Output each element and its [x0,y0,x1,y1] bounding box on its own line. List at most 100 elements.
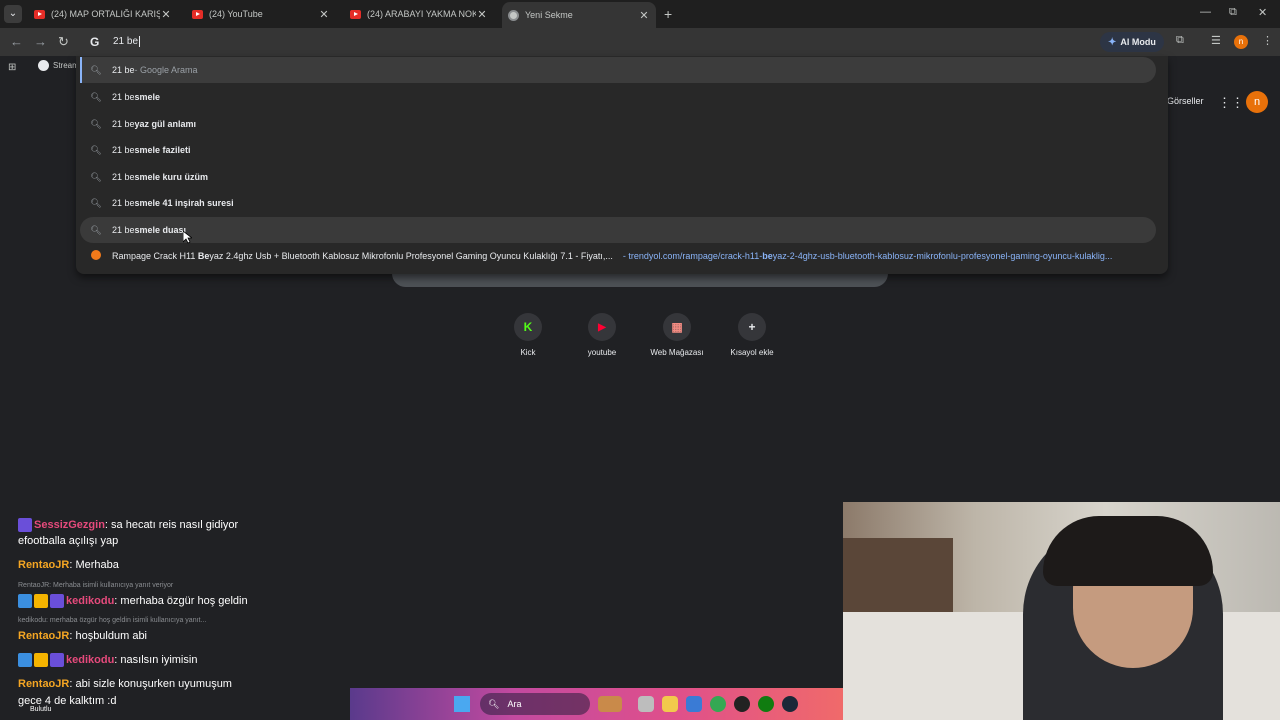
badge-icon [18,518,32,532]
weather-label[interactable]: Bulutlu [30,706,51,713]
ai-mode-label: AI Modu [1120,37,1156,47]
minimize-button[interactable]: — [1200,6,1211,18]
search-icon: 🔍︎ [90,64,102,75]
suggestion-prefix: 21 be [112,172,135,182]
windows-start-icon[interactable] [454,696,470,712]
badge-icon [50,594,64,608]
search-icon: 🔍︎ [90,224,102,235]
taskbar: 🔍︎ Ara [350,688,843,720]
close-tab-icon[interactable]: ✕ [318,8,330,21]
chat-username: SessizGezgin [34,518,105,531]
shortcut-add[interactable]: + Kısayol ekle [717,313,787,357]
suggestion-prefix: 21 be [112,225,135,235]
widget-icon[interactable] [598,696,622,712]
suggestion-completion: smele duası [134,225,187,235]
omnibox-suggestions: 🔍︎ 21 be - Google Arama 🔍︎ 21 be smele 🔍︎… [76,56,1168,274]
tab-2[interactable]: (24) YouTube ✕ [186,2,336,26]
shortcut-kick[interactable]: K Kick [493,313,563,357]
stream-icon [38,60,49,71]
search-icon: 🔍︎ [90,118,102,129]
images-link[interactable]: Görseller [1167,96,1204,106]
crown-badge-icon [34,594,48,608]
chat-username: RentaoJR [18,559,70,571]
omnibox[interactable]: G 21 be [78,28,1168,56]
menu-icon[interactable]: ⋮ [1262,34,1273,47]
tab-4-active[interactable]: Yeni Sekme ✕ [502,2,656,28]
close-tab-icon[interactable]: ✕ [638,9,650,22]
close-window-button[interactable]: ✕ [1258,6,1267,19]
tab-search-button[interactable]: ⌄ [4,5,22,23]
steam-icon[interactable] [782,696,798,712]
taskbar-search[interactable]: 🔍︎ Ara [480,693,590,715]
badge-icon [18,653,32,667]
omnibox-input[interactable]: 21 be [113,36,141,48]
xbox-icon[interactable] [758,696,774,712]
ai-mode-button[interactable]: ✦ AI Modu [1100,32,1164,52]
chat-text: : sa hecatı reis nasıl gidiyor [104,518,239,531]
reload-icon[interactable]: ↻ [58,34,69,50]
google-icon: G [90,35,100,49]
tab-1[interactable]: (24) MAP ORTALIĞI KARIŞTIRDI ✕ [28,2,178,26]
page-profile-avatar[interactable]: n [1246,91,1268,113]
file-explorer-icon[interactable] [662,696,678,712]
chat-text: : merhaba özgür hoş geldin [114,594,248,607]
tab-title: Yeni Sekme [525,10,573,20]
youtube-icon [192,9,203,19]
search-icon: 🔍︎ [90,144,102,155]
apps-grid-icon[interactable]: ⊞ [8,62,16,73]
shortcut-label: Kick [520,348,536,357]
maximize-button[interactable]: ⧉ [1229,6,1237,19]
suggestion-item[interactable]: 🔍︎ 21 be smele duası [80,217,1156,243]
store-icon[interactable] [686,696,702,712]
bookmark-label: Stream [53,61,79,70]
profile-avatar[interactable]: n [1234,35,1248,49]
chat-username: kedikodu [66,653,115,666]
shortcut-label: Web Mağazası [650,348,704,357]
suggestion-suffix: - Google Arama [134,65,198,75]
shortcut-label: youtube [587,348,617,357]
suggestion-completion: smele fazileti [134,145,191,155]
mouse-cursor-icon [183,231,192,244]
logitech-icon[interactable] [734,696,750,712]
back-icon[interactable]: ← [10,34,23,49]
forward-icon[interactable]: → [34,34,47,49]
suggestion-prefix: 21 be [112,65,135,75]
bookmark-stream[interactable]: Stream [38,60,79,71]
chat-message: SessizGezgin: sa hecatı reis nasıl gidiy… [18,518,238,532]
close-tab-icon[interactable]: ✕ [476,8,488,21]
task-view-icon[interactable] [638,696,654,712]
chat-text: efootballa açılışı yap [18,535,119,547]
shortcut-youtube[interactable]: ▶ youtube [567,313,637,357]
tab-3[interactable]: (24) ARABAYI YAKMA NOKTASI ✕ [344,2,494,26]
search-icon: 🔍︎ [90,91,102,102]
suggestion-prefix: 21 be [112,119,135,129]
web-store-icon: ▦ [663,313,691,341]
chat-text: : Merhaba [69,559,119,571]
youtube-icon: ▶ [588,313,616,341]
ai-spark-icon: ✦ [1108,36,1117,48]
chat-message: efootballa açılışı yap [18,535,118,547]
shortcut-label: Kısayol ekle [730,348,774,357]
suggestion-item[interactable]: 🔍︎ 21 be yaz gül anlamı [80,111,1156,137]
reading-list-icon[interactable]: ☰ [1211,34,1221,47]
suggestion-item[interactable]: 🔍︎ 21 be smele fazileti [80,137,1156,163]
chrome-icon[interactable] [710,696,726,712]
tab-title: (24) MAP ORTALIĞI KARIŞTIRDI [51,9,160,19]
tab-strip: ⌄ (24) MAP ORTALIĞI KARIŞTIRDI ✕ (24) Yo… [0,0,1280,28]
new-tab-button[interactable]: + [664,6,672,22]
suggestion-item[interactable]: 🔍︎ 21 be smele [80,84,1156,110]
suggestion-item[interactable]: 🔍︎ 21 be - Google Arama [80,57,1156,83]
omnibox-text: 21 be [113,36,139,48]
site-suggestion[interactable]: Rampage Crack H11 Beyaz 2.4ghz Usb + Blu… [80,243,1156,269]
trendyol-icon [80,250,112,262]
tab-title: (24) YouTube [209,9,263,19]
shortcut-web-store[interactable]: ▦ Web Mağazası [642,313,712,357]
extensions-icon[interactable]: ⧉ [1176,34,1184,47]
suggestion-prefix: 21 be [112,92,135,102]
suggestion-completion: yaz gül anlamı [134,119,197,129]
suggestion-item[interactable]: 🔍︎ 21 be smele 41 inşirah suresi [80,190,1156,216]
suggestion-item[interactable]: 🔍︎ 21 be smele kuru üzüm [80,164,1156,190]
close-tab-icon[interactable]: ✕ [160,8,172,21]
webcam-overlay [843,502,1280,720]
kick-icon: K [514,313,542,341]
